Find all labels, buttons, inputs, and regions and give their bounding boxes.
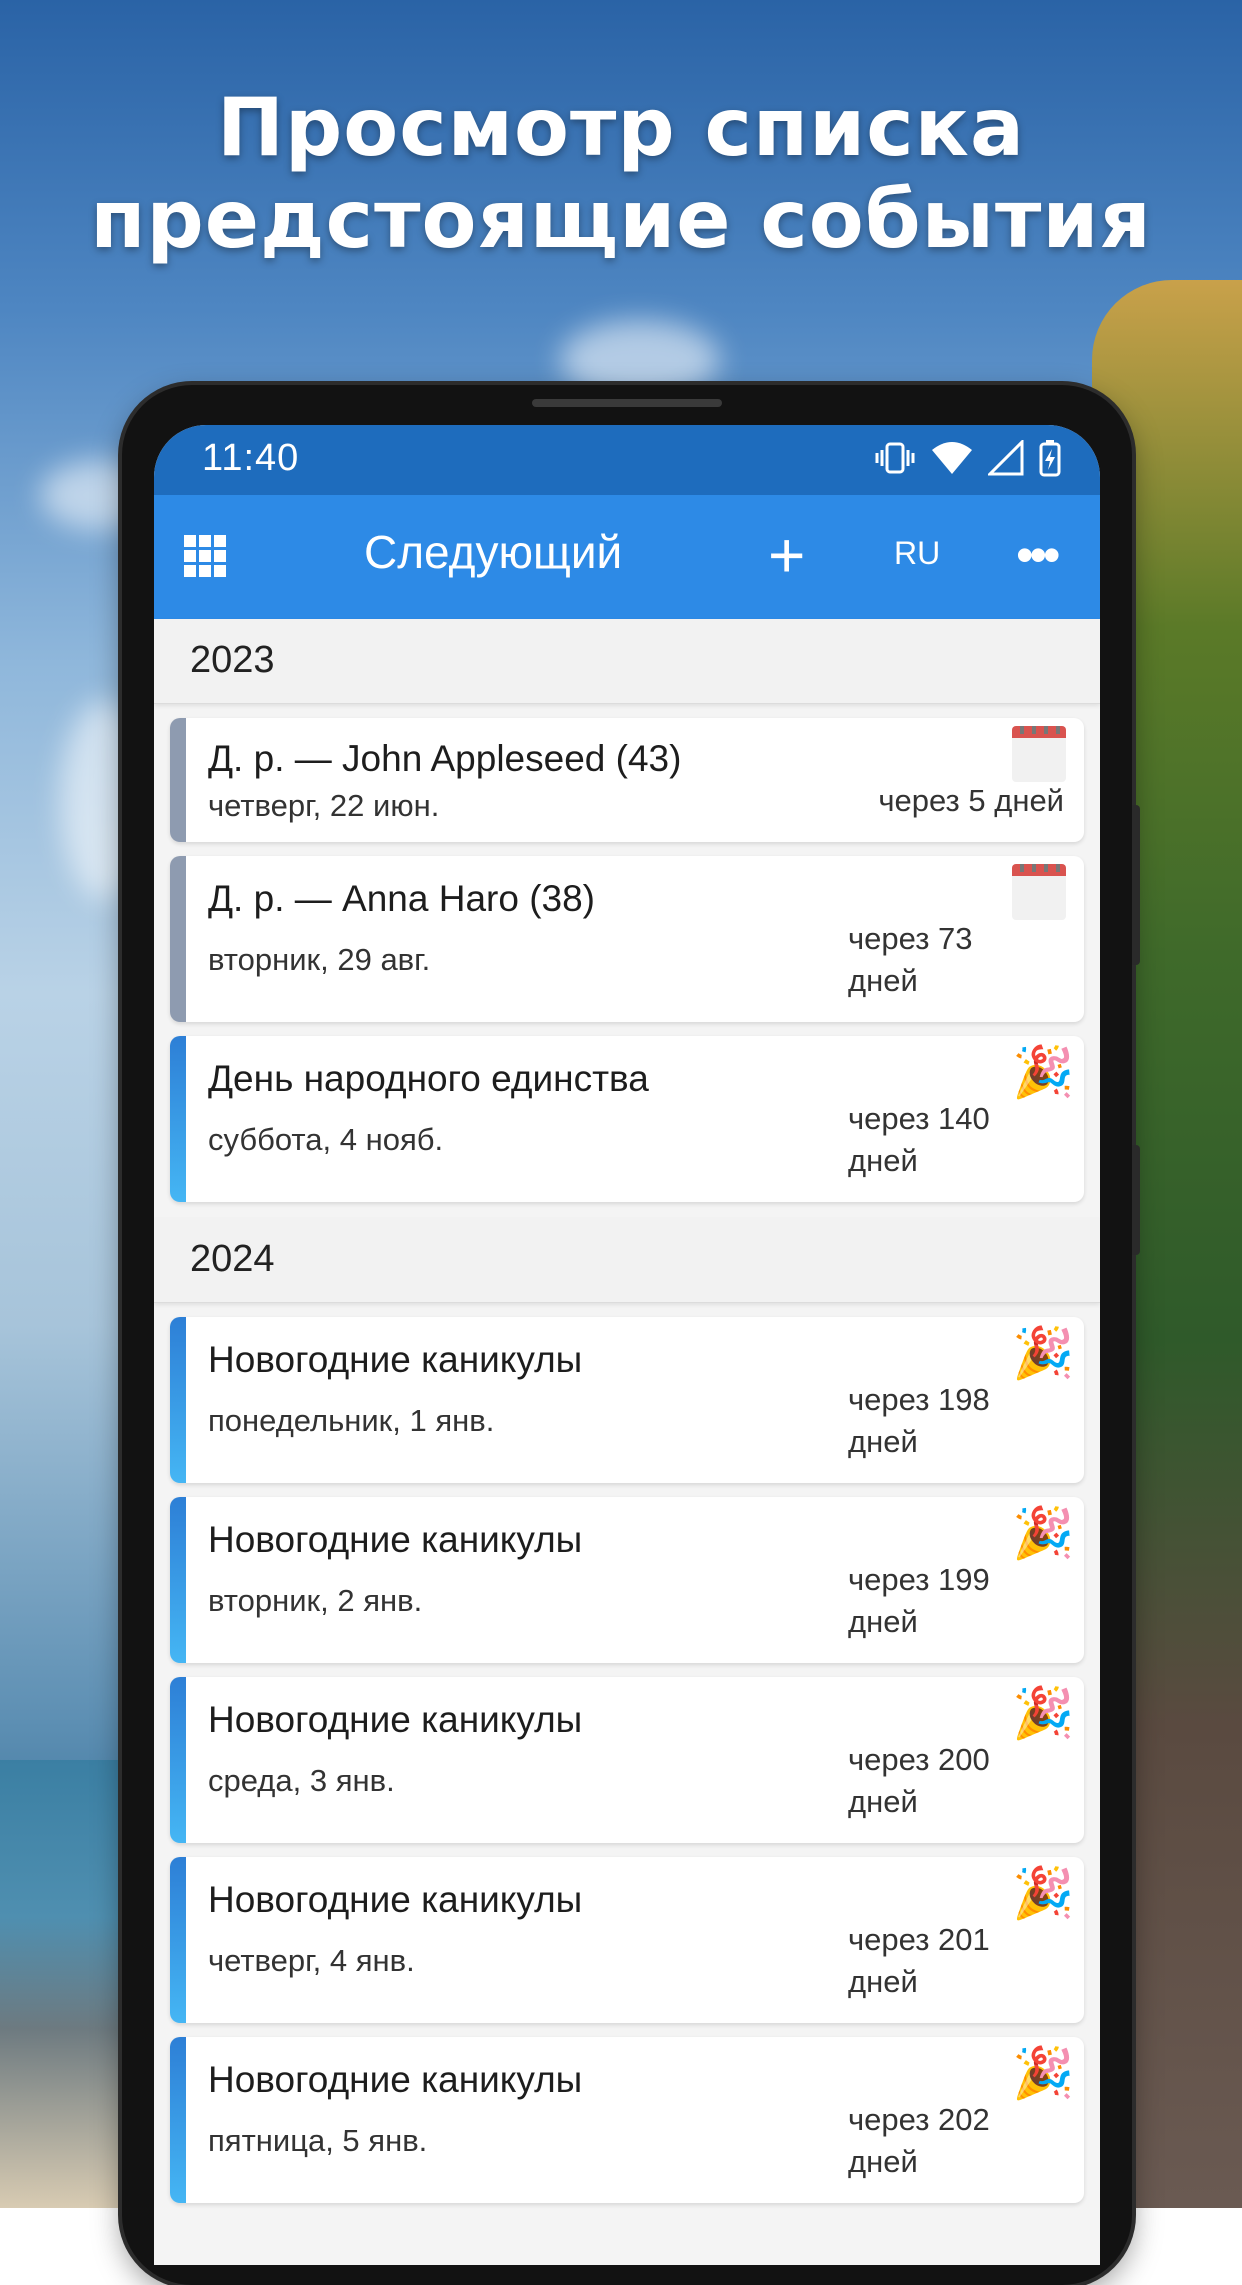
event-countdown: через 200 дней	[848, 1739, 990, 1823]
event-type-bar	[170, 718, 186, 842]
countdown-line-2: дней	[848, 963, 918, 998]
app-bar: Следующий + RU •••	[154, 495, 1100, 619]
event-date: вторник, 29 авг.	[208, 942, 431, 977]
event-title: Новогодние каникулы	[208, 1879, 583, 1920]
event-title: Новогодние каникулы	[208, 1699, 583, 1740]
more-options-button[interactable]: •••	[1016, 515, 1060, 595]
year-label: 2023	[190, 639, 275, 681]
year-header-2024: 2024	[154, 1218, 1100, 1303]
event-countdown: через 202 дней	[848, 2099, 990, 2183]
beach-rocks-image	[0, 1760, 140, 2208]
event-type-bar	[170, 1036, 186, 1202]
event-type-bar	[170, 1857, 186, 2023]
party-popper-icon: 🎉	[1012, 1044, 1075, 1100]
event-date: понедельник, 1 янв.	[208, 1403, 495, 1438]
countdown-line-1: через 201	[848, 1922, 990, 1957]
event-date: суббота, 4 нояб.	[208, 1122, 444, 1157]
page-title: Следующий	[364, 526, 623, 578]
event-title: Д. р. — Anna Haro (38)	[208, 878, 596, 919]
event-card[interactable]: Д. р. — Anna Haro (38) вторник, 29 авг. …	[170, 856, 1084, 1022]
countdown-line-1: через 140	[848, 1101, 990, 1136]
add-event-button[interactable]: +	[768, 515, 805, 595]
countdown-line-2: дней	[848, 2144, 918, 2179]
vibrate-icon	[875, 442, 915, 474]
event-card[interactable]: Д. р. — John Appleseed (43) четверг, 22 …	[170, 718, 1084, 842]
party-popper-icon: 🎉	[1012, 1865, 1075, 1921]
event-date: среда, 3 янв.	[208, 1763, 395, 1798]
status-icons	[874, 439, 1062, 477]
status-time: 11:40	[202, 437, 300, 479]
countdown-line-2: дней	[848, 1964, 918, 1999]
event-card[interactable]: Новогодние каникулы среда, 3 янв. через …	[170, 1677, 1084, 1843]
countdown-line-1: через 73	[848, 921, 973, 956]
event-date: пятница, 5 янв.	[208, 2123, 428, 2158]
event-title: Новогодние каникулы	[208, 2059, 583, 2100]
phone-frame: 11:40 Следующий + RU ••• 2023 Д. р. — Jo…	[122, 385, 1140, 2285]
event-type-bar	[170, 1317, 186, 1483]
event-date: четверг, 22 июн.	[208, 788, 440, 823]
event-title: Новогодние каникулы	[208, 1339, 583, 1380]
event-card[interactable]: Новогодние каникулы понедельник, 1 янв. …	[170, 1317, 1084, 1483]
countdown-line-1: через 199	[848, 1562, 990, 1597]
event-countdown: через 5 дней	[878, 783, 1064, 818]
event-countdown: через 73 дней	[848, 918, 973, 1002]
phone-speaker	[532, 399, 722, 407]
headline-line-1: Просмотр списка	[217, 81, 1025, 174]
event-countdown: через 140 дней	[848, 1098, 990, 1182]
event-card[interactable]: Новогодние каникулы четверг, 4 янв. чере…	[170, 1857, 1084, 2023]
promo-headline: Просмотр списка предстоящие события	[0, 82, 1242, 266]
countdown-line-1: через 202	[848, 2102, 990, 2137]
headline-line-2: предстоящие события	[90, 173, 1152, 266]
countdown-line-2: дней	[848, 1784, 918, 1819]
calendar-icon	[1012, 864, 1066, 920]
event-type-bar	[170, 1497, 186, 1663]
countdown-line-1: через 198	[848, 1382, 990, 1417]
party-popper-icon: 🎉	[1012, 1505, 1075, 1561]
phone-power-button	[1132, 1145, 1140, 1255]
party-popper-icon: 🎉	[1012, 1685, 1075, 1741]
event-title: Д. р. — John Appleseed (43)	[208, 738, 682, 779]
year-header-2023: 2023	[154, 619, 1100, 704]
event-countdown: через 201 дней	[848, 1919, 990, 2003]
event-title: Новогодние каникулы	[208, 1519, 583, 1560]
year-label: 2024	[190, 1238, 275, 1280]
battery-charging-icon	[1039, 440, 1061, 477]
event-card[interactable]: Новогодние каникулы вторник, 2 янв. чере…	[170, 1497, 1084, 1663]
event-countdown: через 199 дней	[848, 1559, 990, 1643]
countdown-line-2: дней	[848, 1143, 918, 1178]
countdown-line-2: дней	[848, 1424, 918, 1459]
signal-icon	[988, 440, 1024, 476]
event-title: День народного единства	[208, 1058, 649, 1099]
calendar-icon	[1012, 726, 1066, 782]
event-countdown: через 198 дней	[848, 1379, 990, 1463]
grid-menu-icon[interactable]	[184, 535, 226, 577]
event-date: вторник, 2 янв.	[208, 1583, 423, 1618]
party-popper-icon: 🎉	[1012, 1325, 1075, 1381]
countdown-line-1: через 200	[848, 1742, 990, 1777]
app-screen: 11:40 Следующий + RU ••• 2023 Д. р. — Jo…	[154, 425, 1100, 2265]
event-type-bar	[170, 2037, 186, 2203]
status-bar: 11:40	[154, 425, 1100, 495]
event-card[interactable]: Новогодние каникулы пятница, 5 янв. чере…	[170, 2037, 1084, 2203]
countdown-line-2: дней	[848, 1604, 918, 1639]
party-popper-icon: 🎉	[1012, 2045, 1075, 2101]
phone-volume-button	[1132, 805, 1140, 965]
event-date: четверг, 4 янв.	[208, 1943, 415, 1978]
wifi-icon	[932, 442, 972, 474]
event-card[interactable]: День народного единства суббота, 4 нояб.…	[170, 1036, 1084, 1202]
event-type-bar	[170, 1677, 186, 1843]
event-type-bar	[170, 856, 186, 1022]
language-button[interactable]: RU	[894, 535, 940, 572]
